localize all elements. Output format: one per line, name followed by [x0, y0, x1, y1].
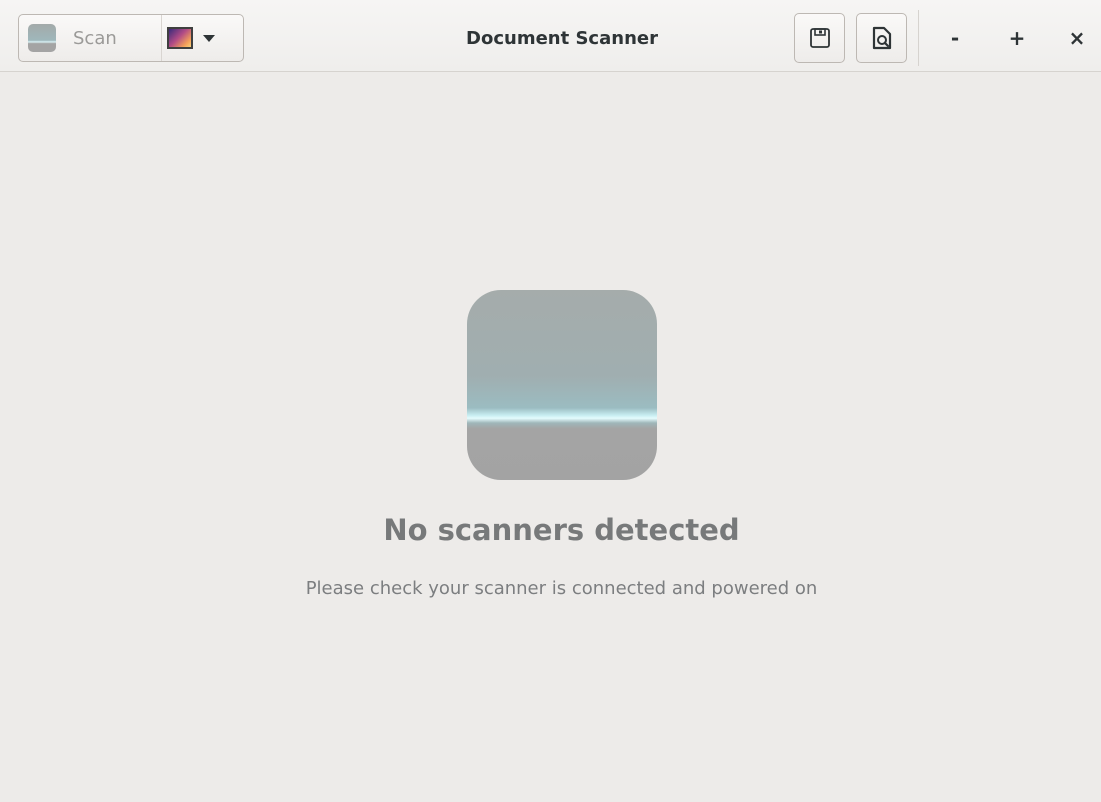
- empty-state-heading: No scanners detected: [383, 513, 740, 547]
- window-title: Document Scanner: [466, 28, 658, 49]
- scan-button-group: Scan: [18, 14, 244, 62]
- scanner-icon: [467, 290, 657, 480]
- header-bar: Scan Document Scanner - + ×: [0, 0, 1101, 72]
- close-button[interactable]: ×: [1060, 18, 1094, 58]
- scan-button[interactable]: Scan: [19, 15, 162, 61]
- chevron-down-icon: [203, 34, 215, 42]
- document-scanner-window: Scan Document Scanner - + × No scanners …: [0, 0, 1101, 802]
- document-icon: [872, 26, 891, 50]
- scan-type-dropdown[interactable]: [162, 15, 215, 61]
- save-button[interactable]: [794, 13, 845, 63]
- minimize-button[interactable]: -: [938, 18, 972, 58]
- empty-state-message: Please check your scanner is connected a…: [305, 578, 818, 599]
- header-separator: [918, 10, 919, 66]
- scanner-icon: [28, 24, 56, 52]
- maximize-button[interactable]: +: [1000, 18, 1034, 58]
- photo-icon: [167, 27, 193, 49]
- scan-button-label: Scan: [73, 27, 117, 49]
- save-icon: [809, 28, 830, 48]
- document-button[interactable]: [856, 13, 907, 63]
